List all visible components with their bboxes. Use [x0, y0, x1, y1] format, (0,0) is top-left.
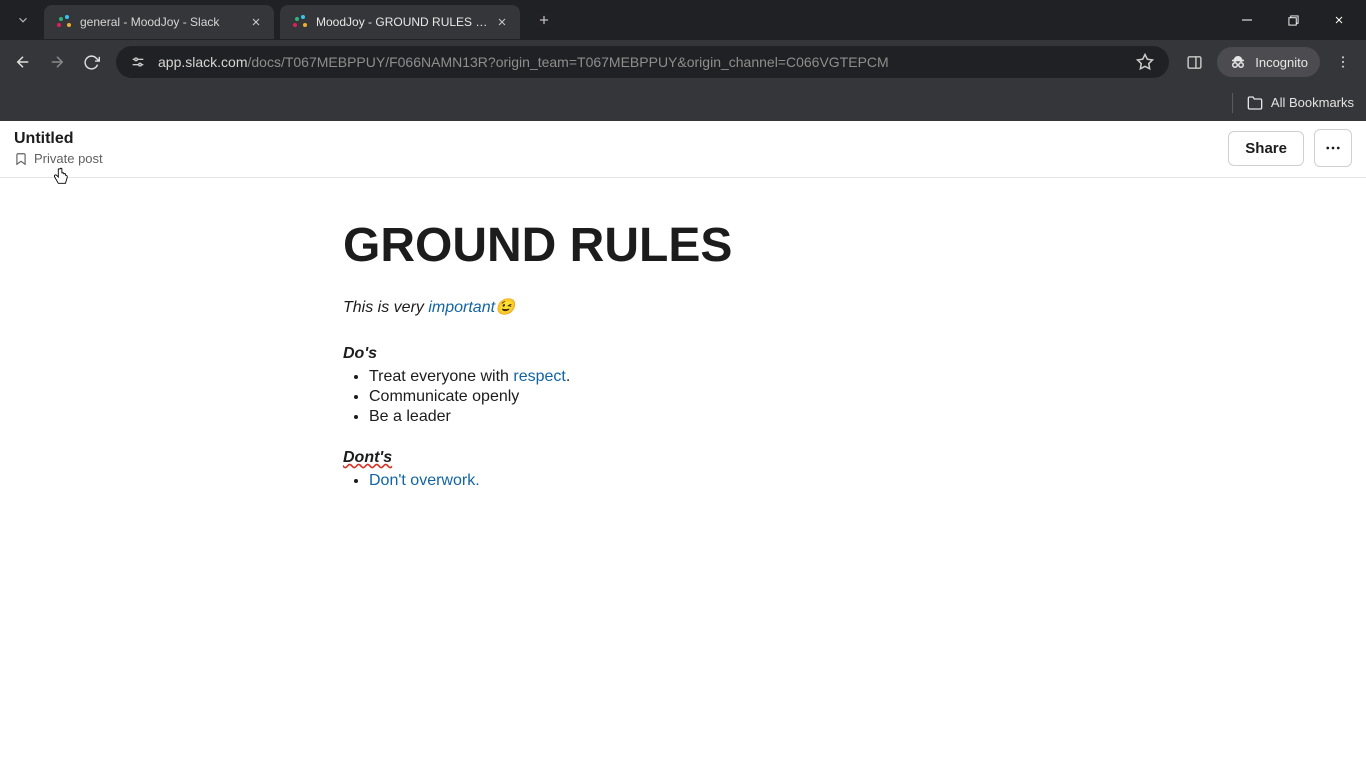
tab-close-1[interactable] [494, 14, 510, 30]
kebab-icon [1335, 54, 1351, 70]
list-item: Communicate openly [369, 387, 1063, 407]
reload-icon [83, 54, 100, 71]
bookmark-icon [14, 152, 28, 166]
list-item: Be a leader [369, 407, 1063, 427]
tab-title-1: MoodJoy - GROUND RULES - S [316, 15, 488, 29]
arrow-left-icon [14, 53, 32, 71]
arrow-right-icon [48, 53, 66, 71]
wink-emoji-icon: 😉 [495, 299, 515, 316]
browser-toolbar: app.slack.com/docs/T067MEBPPUY/F066NAMN1… [0, 40, 1366, 84]
bookmarks-bar: All Bookmarks [0, 84, 1366, 121]
tab-active-1[interactable]: MoodJoy - GROUND RULES - S [280, 5, 520, 39]
minimize-icon [1241, 14, 1253, 26]
doc-h1: GROUND RULES [343, 218, 1063, 273]
close-icon [1333, 14, 1345, 26]
star-icon [1136, 53, 1154, 71]
chrome-menu-button[interactable] [1326, 45, 1360, 79]
doc-header-left: Untitled Private post [14, 130, 103, 166]
browser-chrome: general - MoodJoy - Slack MoodJoy - GROU… [0, 0, 1366, 121]
doc-header-title: Untitled [14, 130, 103, 148]
donts-heading: Dont's [343, 449, 1063, 467]
doc-body: GROUND RULES This is very important😉 Do'… [0, 178, 1366, 491]
dos-list: Treat everyone with respect. Communicate… [343, 367, 1063, 427]
back-button[interactable] [6, 45, 40, 79]
plus-icon [537, 13, 551, 27]
new-tab-button[interactable] [530, 6, 558, 34]
more-actions-button[interactable] [1314, 129, 1352, 167]
doc-header-actions: Share [1228, 129, 1352, 167]
maximize-icon [1288, 15, 1299, 26]
slack-favicon-icon [56, 14, 72, 30]
site-info-icon[interactable] [128, 52, 148, 72]
folder-icon [1247, 95, 1263, 111]
donts-link-overwork[interactable]: Don't overwork. [369, 472, 480, 489]
forward-button[interactable] [40, 45, 74, 79]
page-content: Untitled Private post Share GROUND RULES… [0, 121, 1366, 768]
all-bookmarks-button[interactable]: All Bookmarks [1247, 95, 1354, 111]
tab-strip: general - MoodJoy - Slack MoodJoy - GROU… [0, 0, 1366, 40]
doc-header: Untitled Private post Share [0, 121, 1366, 178]
list-item: Don't overwork. [369, 471, 1063, 491]
all-bookmarks-label: All Bookmarks [1271, 95, 1354, 110]
bookmarks-separator [1232, 93, 1233, 113]
window-close-button[interactable] [1316, 4, 1362, 36]
side-panel-button[interactable] [1177, 45, 1211, 79]
tune-icon [130, 54, 146, 70]
share-button[interactable]: Share [1228, 131, 1304, 166]
intro-link[interactable]: important [428, 299, 495, 316]
tab-title-0: general - MoodJoy - Slack [80, 15, 242, 29]
url-text: app.slack.com/docs/T067MEBPPUY/F066NAMN1… [158, 54, 889, 70]
list-item: Treat everyone with respect. [369, 367, 1063, 387]
tab-inactive-0[interactable]: general - MoodJoy - Slack [44, 5, 274, 39]
panel-icon [1186, 54, 1203, 71]
window-maximize-button[interactable] [1270, 4, 1316, 36]
dos-link-respect[interactable]: respect [513, 368, 565, 385]
url-bar[interactable]: app.slack.com/docs/T067MEBPPUY/F066NAMN1… [116, 46, 1169, 78]
ellipsis-icon [1324, 139, 1342, 157]
close-icon [496, 16, 508, 28]
privacy-label: Private post [34, 151, 103, 166]
slack-favicon-icon [292, 14, 308, 30]
window-minimize-button[interactable] [1224, 4, 1270, 36]
dos-heading: Do's [343, 345, 1063, 363]
bookmark-star-button[interactable] [1133, 50, 1157, 74]
close-icon [250, 16, 262, 28]
donts-list: Don't overwork. [343, 471, 1063, 491]
reload-button[interactable] [74, 45, 108, 79]
tab-close-0[interactable] [248, 14, 264, 30]
chevron-down-icon [16, 13, 30, 27]
incognito-icon [1229, 53, 1247, 71]
doc-inner[interactable]: GROUND RULES This is very important😉 Do'… [343, 218, 1063, 491]
tab-search-dropdown[interactable] [8, 5, 38, 35]
privacy-indicator[interactable]: Private post [14, 151, 103, 166]
incognito-chip[interactable]: Incognito [1217, 47, 1320, 77]
incognito-label: Incognito [1255, 55, 1308, 70]
window-controls [1224, 4, 1362, 36]
doc-intro: This is very important😉 [343, 297, 1063, 317]
